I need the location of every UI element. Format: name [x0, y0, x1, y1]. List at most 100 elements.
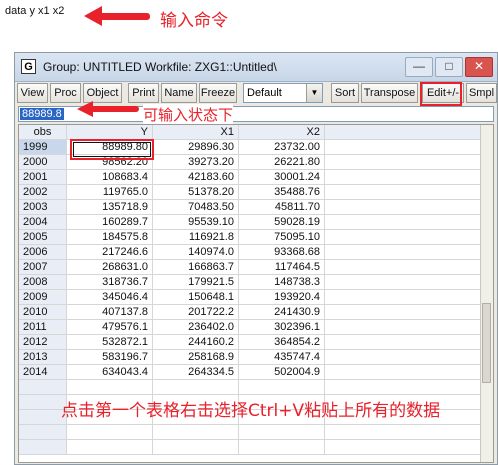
cell-empty[interactable]: [325, 260, 481, 275]
sort-button[interactable]: Sort: [331, 83, 359, 103]
transpose-button[interactable]: Transpose: [361, 83, 418, 103]
cell-empty[interactable]: [325, 380, 481, 395]
cell-x1[interactable]: 258168.9: [153, 350, 239, 365]
cell-empty[interactable]: [325, 305, 481, 320]
cell-y[interactable]: [67, 425, 153, 440]
freeze-button[interactable]: Freeze: [199, 83, 237, 103]
print-button[interactable]: Print: [128, 83, 159, 103]
cell-x2[interactable]: 26221.80: [239, 155, 325, 170]
cell-x1[interactable]: 179921.5: [153, 275, 239, 290]
command-text[interactable]: data y x1 x2: [5, 5, 64, 17]
cell-x2[interactable]: [239, 380, 325, 395]
cell-x2[interactable]: 59028.19: [239, 215, 325, 230]
cell-x1[interactable]: 264334.5: [153, 365, 239, 380]
cell-x1[interactable]: [153, 425, 239, 440]
cell-x2[interactable]: 75095.10: [239, 230, 325, 245]
header-x2[interactable]: X2: [239, 125, 325, 140]
cell-x1[interactable]: 166863.7: [153, 260, 239, 275]
proc-button[interactable]: Proc: [50, 83, 81, 103]
cell-x1[interactable]: [153, 380, 239, 395]
cell-y[interactable]: 479576.1: [67, 320, 153, 335]
cell-empty[interactable]: [325, 320, 481, 335]
display-format-select[interactable]: Default ▼: [243, 83, 323, 103]
cell-empty[interactable]: [325, 170, 481, 185]
cell-x1[interactable]: 51378.20: [153, 185, 239, 200]
cell-y[interactable]: [67, 380, 153, 395]
view-button[interactable]: View: [17, 83, 48, 103]
cell-empty[interactable]: [325, 155, 481, 170]
cell-x2[interactable]: [239, 425, 325, 440]
cell-empty[interactable]: [325, 275, 481, 290]
cell-x1[interactable]: 236402.0: [153, 320, 239, 335]
header-row: obs Y X1 X2: [19, 125, 493, 140]
cell-x2[interactable]: 502004.9: [239, 365, 325, 380]
cell-x1[interactable]: 39273.20: [153, 155, 239, 170]
cell-empty[interactable]: [325, 230, 481, 245]
command-window[interactable]: data y x1 x2 输入命令: [0, 0, 498, 50]
header-x1[interactable]: X1: [153, 125, 239, 140]
cell-y[interactable]: 160289.7: [67, 215, 153, 230]
cell-x1[interactable]: 116921.8: [153, 230, 239, 245]
cell-y[interactable]: 184575.8: [67, 230, 153, 245]
cell-y[interactable]: 135718.9: [67, 200, 153, 215]
cell-empty[interactable]: [325, 185, 481, 200]
cell-x2[interactable]: [239, 440, 325, 455]
cell-x2[interactable]: 117464.5: [239, 260, 325, 275]
cell-empty[interactable]: [325, 140, 481, 155]
header-y[interactable]: Y: [67, 125, 153, 140]
cell-x2[interactable]: 23732.00: [239, 140, 325, 155]
cell-empty[interactable]: [325, 350, 481, 365]
cell-x2[interactable]: 435747.4: [239, 350, 325, 365]
cell-x1[interactable]: 29896.30: [153, 140, 239, 155]
chevron-down-icon[interactable]: ▼: [306, 84, 322, 102]
cell-empty[interactable]: [325, 425, 481, 440]
cell-y[interactable]: 108683.4: [67, 170, 153, 185]
close-button[interactable]: ✕: [465, 57, 493, 77]
cell-edit-value[interactable]: 88989.8: [20, 108, 64, 120]
cell-x1[interactable]: 150648.1: [153, 290, 239, 305]
cell-empty[interactable]: [325, 200, 481, 215]
cell-x2[interactable]: 241430.9: [239, 305, 325, 320]
cell-x2[interactable]: 364854.2: [239, 335, 325, 350]
object-button[interactable]: Object: [83, 83, 122, 103]
cell-x1[interactable]: 140974.0: [153, 245, 239, 260]
row-obs: 2012: [19, 335, 67, 350]
cell-y[interactable]: 532872.1: [67, 335, 153, 350]
cell-y[interactable]: 268631.0: [67, 260, 153, 275]
cell-x1[interactable]: 244160.2: [153, 335, 239, 350]
cell-y[interactable]: 345046.4: [67, 290, 153, 305]
cell-x2[interactable]: 148738.3: [239, 275, 325, 290]
cell-x2[interactable]: 93368.68: [239, 245, 325, 260]
scroll-thumb[interactable]: [482, 303, 491, 383]
cell-x2[interactable]: 302396.1: [239, 320, 325, 335]
cell-empty[interactable]: [325, 290, 481, 305]
cell-y[interactable]: [67, 440, 153, 455]
cell-y[interactable]: 318736.7: [67, 275, 153, 290]
maximize-button[interactable]: □: [435, 57, 463, 77]
cell-x1[interactable]: 95539.10: [153, 215, 239, 230]
cell-x2[interactable]: 30001.24: [239, 170, 325, 185]
vertical-scrollbar[interactable]: [480, 125, 493, 462]
cell-x1[interactable]: 70483.50: [153, 200, 239, 215]
cell-y[interactable]: 217246.6: [67, 245, 153, 260]
cell-y[interactable]: 119765.0: [67, 185, 153, 200]
smpl-button[interactable]: Smpl: [466, 83, 497, 103]
cell-empty[interactable]: [325, 335, 481, 350]
cell-x1[interactable]: 201722.2: [153, 305, 239, 320]
edit-button-highlight: [420, 82, 462, 106]
cell-empty[interactable]: [325, 365, 481, 380]
cell-empty[interactable]: [325, 440, 481, 455]
cell-empty[interactable]: [325, 215, 481, 230]
cell-x2[interactable]: 45811.70: [239, 200, 325, 215]
cell-y[interactable]: 583196.7: [67, 350, 153, 365]
cell-y[interactable]: 407137.8: [67, 305, 153, 320]
name-button[interactable]: Name: [161, 83, 197, 103]
cell-x2[interactable]: 35488.76: [239, 185, 325, 200]
cell-empty[interactable]: [325, 245, 481, 260]
cell-y[interactable]: 634043.4: [67, 365, 153, 380]
window-titlebar[interactable]: G Group: UNTITLED Workfile: ZXG1::Untitl…: [15, 53, 497, 82]
minimize-button[interactable]: —: [405, 57, 433, 77]
cell-x1[interactable]: [153, 440, 239, 455]
cell-x2[interactable]: 193920.4: [239, 290, 325, 305]
cell-x1[interactable]: 42183.60: [153, 170, 239, 185]
